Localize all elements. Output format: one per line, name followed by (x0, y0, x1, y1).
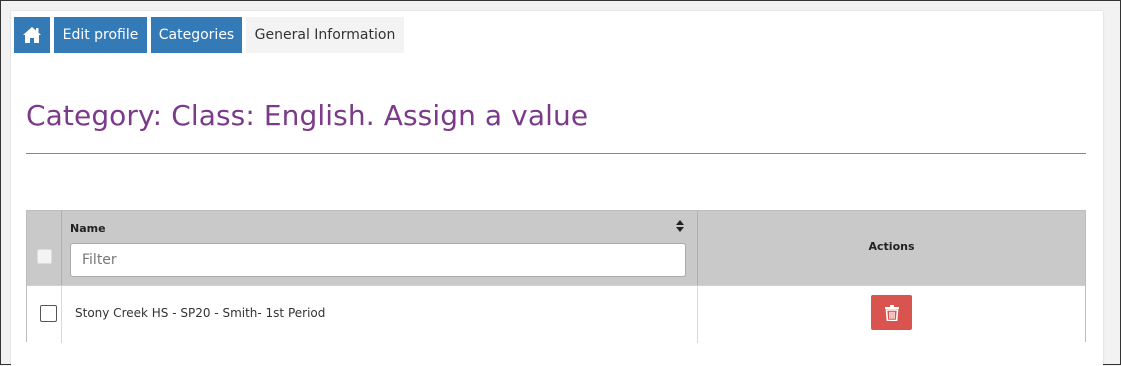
breadcrumb-categories[interactable]: Categories (151, 17, 242, 53)
values-table: Name Actions Stony Creek HS - SP20 - Smi… (26, 210, 1086, 343)
row-actions-cell (698, 286, 1085, 343)
breadcrumb-edit-profile[interactable]: Edit profile (54, 17, 147, 53)
row-select-cell (27, 286, 62, 343)
title-divider (26, 153, 1086, 154)
select-column-header (27, 211, 62, 285)
table-header: Name Actions (27, 211, 1085, 285)
delete-button[interactable] (871, 295, 912, 330)
row-name-cell: Stony Creek HS - SP20 - Smith- 1st Perio… (61, 286, 698, 343)
main-panel: Edit profile Categories General Informat… (11, 11, 1103, 366)
page-title: Category: Class: English. Assign a value (26, 99, 589, 132)
row-checkbox[interactable] (40, 305, 57, 322)
table-row: Stony Creek HS - SP20 - Smith- 1st Perio… (27, 285, 1085, 343)
actions-column-header: Actions (698, 211, 1085, 285)
home-icon (23, 27, 41, 43)
name-column-label: Name (70, 222, 106, 235)
breadcrumb: Edit profile Categories General Informat… (14, 17, 408, 53)
trash-icon (884, 304, 899, 321)
sort-icon[interactable] (675, 219, 685, 233)
name-column-header: Name (61, 211, 698, 285)
breadcrumb-general-information: General Information (246, 17, 404, 53)
home-button[interactable] (14, 17, 50, 53)
name-filter-input[interactable] (70, 243, 686, 277)
select-all-checkbox[interactable] (37, 249, 52, 264)
row-name: Stony Creek HS - SP20 - Smith- 1st Perio… (75, 306, 326, 320)
actions-column-label: Actions (868, 240, 915, 253)
